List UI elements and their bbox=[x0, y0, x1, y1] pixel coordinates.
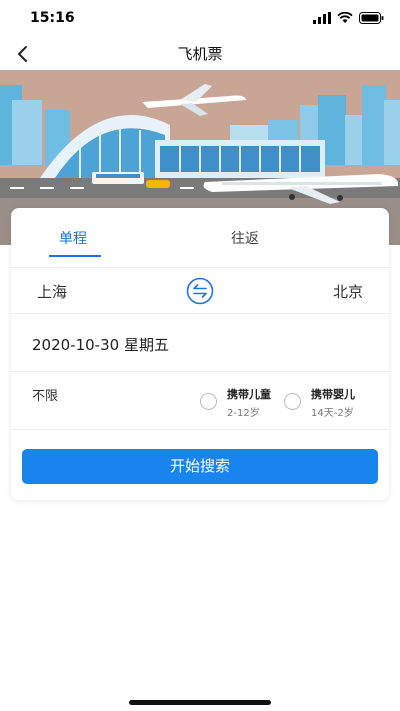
home-indicator bbox=[129, 700, 271, 705]
child-age-range: 2-12岁 bbox=[227, 408, 260, 419]
signal-icon bbox=[313, 12, 331, 24]
flight-search-card: 单程 往返 上海 北京 2020-10-30 星期五 不限 携带儿童 2-12岁… bbox=[11, 208, 389, 500]
departure-date: 2020-10-30 星期五 bbox=[32, 336, 169, 354]
tab-active-indicator bbox=[49, 255, 101, 257]
arrival-city[interactable]: 北京 bbox=[333, 281, 363, 302]
nav-bar: 飞机票 bbox=[0, 38, 400, 70]
status-time: 15:16 bbox=[30, 10, 75, 26]
tab-one-way[interactable]: 单程 bbox=[59, 228, 87, 248]
battery-icon bbox=[359, 12, 384, 24]
passenger-options-row: 不限 携带儿童 2-12岁 携带婴儿 14天-2岁 bbox=[11, 372, 389, 430]
child-option-label: 携带儿童 bbox=[227, 388, 271, 401]
swap-icon bbox=[186, 277, 214, 305]
route-row: 上海 北京 bbox=[11, 268, 389, 314]
cabin-class[interactable]: 不限 bbox=[32, 385, 58, 404]
page-title: 飞机票 bbox=[177, 45, 223, 63]
search-button[interactable]: 开始搜索 bbox=[22, 449, 378, 484]
infant-age-range: 14天-2岁 bbox=[311, 408, 354, 419]
wifi-icon bbox=[337, 12, 353, 23]
date-row[interactable]: 2020-10-30 星期五 bbox=[11, 314, 389, 372]
trip-type-tabs: 单程 往返 bbox=[11, 208, 389, 268]
child-radio[interactable] bbox=[200, 393, 217, 410]
status-bar: 15:16 bbox=[0, 0, 400, 40]
infant-radio[interactable] bbox=[284, 393, 301, 410]
departure-city[interactable]: 上海 bbox=[37, 281, 67, 302]
status-icons bbox=[313, 12, 384, 24]
tab-round-trip[interactable]: 往返 bbox=[231, 228, 259, 248]
swap-cities-button[interactable] bbox=[186, 277, 214, 305]
infant-option-label: 携带婴儿 bbox=[311, 388, 355, 401]
